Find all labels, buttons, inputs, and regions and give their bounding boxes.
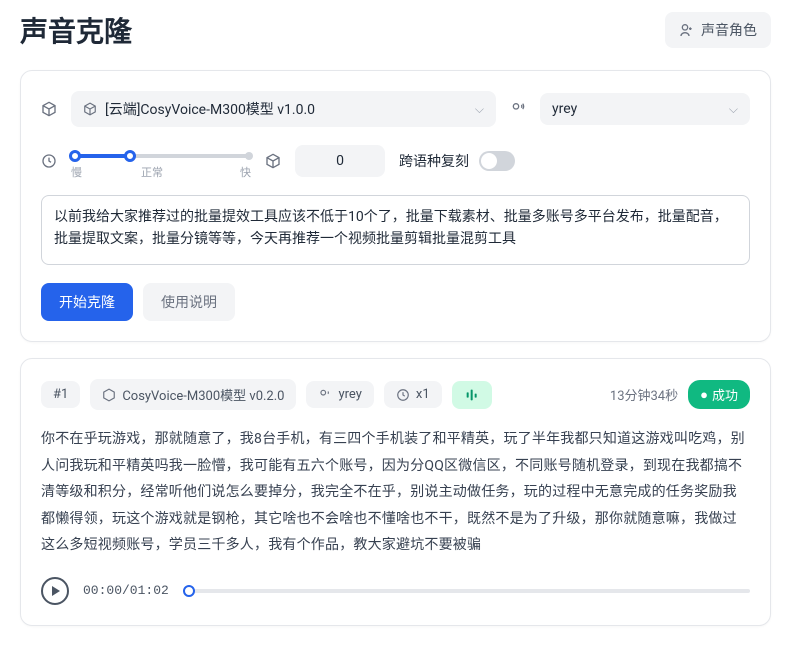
result-text: 你不在乎玩游戏，那就随意了，我8台手机，有三四个手机装了和平精英，玩了半年我都只… bbox=[41, 426, 750, 559]
voice-role-button[interactable]: 声音角色 bbox=[665, 12, 771, 48]
player-timecode: 00:00/01:02 bbox=[83, 583, 169, 598]
cube-icon bbox=[83, 102, 97, 116]
result-duration: 13分钟34秒 bbox=[610, 385, 678, 404]
speed-slow-label: 慢 bbox=[71, 164, 82, 180]
voice-dropdown[interactable]: yrey ⌵ bbox=[540, 93, 750, 125]
progress-bar[interactable] bbox=[183, 589, 750, 593]
result-status-icon bbox=[452, 381, 492, 409]
user-voice-icon bbox=[679, 22, 695, 38]
model-dropdown[interactable]: [云端]CosyVoice-M300模型 v1.0.0 ⌵ bbox=[71, 91, 496, 127]
help-button[interactable]: 使用说明 bbox=[143, 283, 235, 321]
result-model-pill: CosyVoice-M300模型 v0.2.0 bbox=[90, 379, 296, 410]
result-speed-pill: x1 bbox=[384, 381, 442, 408]
cube-icon bbox=[265, 153, 281, 169]
text-input[interactable] bbox=[41, 195, 750, 265]
cube-icon bbox=[41, 101, 57, 117]
config-card: [云端]CosyVoice-M300模型 v1.0.0 ⌵ yrey ⌵ 慢 正 bbox=[20, 70, 771, 342]
speed-normal-label: 正常 bbox=[141, 164, 163, 180]
status-badge: ●成功 bbox=[688, 380, 750, 409]
play-button[interactable] bbox=[41, 577, 69, 605]
offset-input[interactable] bbox=[295, 145, 385, 177]
result-index: #1 bbox=[41, 381, 80, 408]
cross-lang-label: 跨语种复刻 bbox=[399, 151, 469, 171]
speed-fast-label: 快 bbox=[240, 164, 251, 180]
model-name: [云端]CosyVoice-M300模型 v1.0.0 bbox=[105, 99, 467, 119]
voice-role-label: 声音角色 bbox=[701, 20, 757, 40]
speed-icon bbox=[41, 153, 57, 169]
cross-lang-toggle[interactable] bbox=[479, 151, 515, 171]
result-card: #1 CosyVoice-M300模型 v0.2.0 yrey x1 13分钟3… bbox=[20, 358, 771, 626]
voice-icon bbox=[510, 101, 526, 117]
page-title: 声音克隆 bbox=[20, 10, 132, 50]
chevron-down-icon: ⌵ bbox=[729, 102, 738, 117]
chevron-down-icon: ⌵ bbox=[475, 102, 484, 117]
play-icon bbox=[52, 586, 60, 596]
voice-name: yrey bbox=[552, 101, 721, 117]
audio-player: 00:00/01:02 bbox=[41, 577, 750, 605]
speed-slider[interactable]: 慢 正常 快 bbox=[71, 146, 251, 176]
result-voice-pill: yrey bbox=[306, 381, 373, 408]
start-clone-button[interactable]: 开始克隆 bbox=[41, 283, 133, 321]
